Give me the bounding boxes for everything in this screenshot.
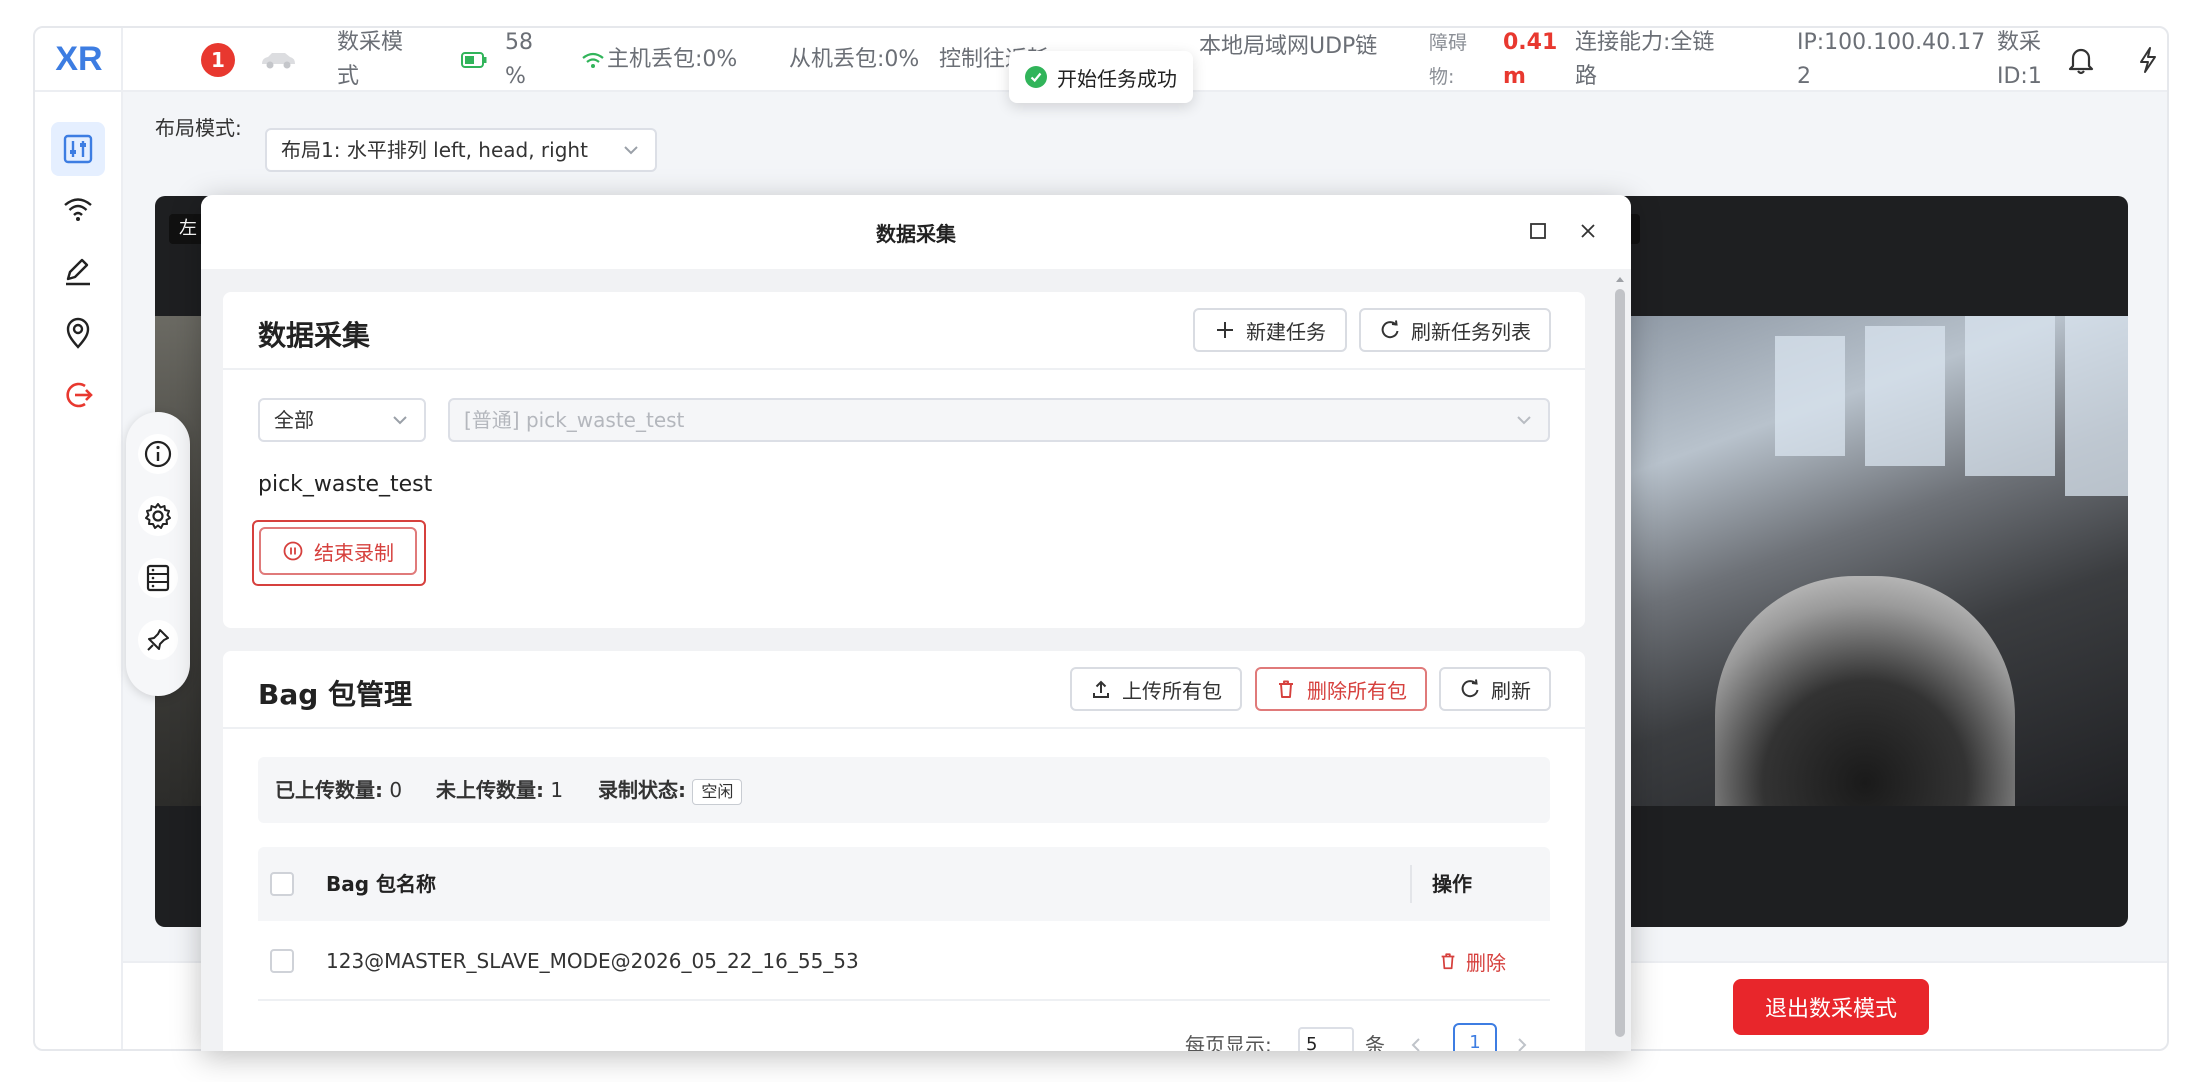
data-collection-dialog: 数据采集 数据采集 新建任务 刷新任务列表 全部 [普通] pick_waste… bbox=[201, 195, 1631, 1051]
page-1-button[interactable]: 1 bbox=[1453, 1023, 1497, 1051]
bag-card-title: Bag 包管理 bbox=[258, 678, 413, 711]
close-icon bbox=[1581, 224, 1595, 238]
stop-recording-button[interactable]: 结束录制 bbox=[259, 527, 417, 575]
row-delete-button[interactable]: 删除 bbox=[1438, 921, 1506, 1001]
lightning-icon[interactable] bbox=[2137, 28, 2159, 92]
bag-management-card: Bag 包管理 上传所有包 删除所有包 刷新 已上传数量: 0 未上传数量: 1… bbox=[223, 651, 1585, 1051]
dialog-scrollbar[interactable] bbox=[1614, 275, 1626, 1051]
scrollbar-thumb[interactable] bbox=[1615, 289, 1625, 1037]
per-page-unit: 条 bbox=[1365, 1033, 1385, 1051]
dialog-title: 数据采集 bbox=[876, 221, 956, 246]
rail-item-controls[interactable] bbox=[51, 122, 105, 176]
signal-icon bbox=[581, 28, 605, 92]
bag-table-header: Bag 包名称 操作 bbox=[258, 847, 1550, 921]
trash-icon bbox=[1441, 953, 1455, 970]
exit-collection-mode-button[interactable]: 退出数采模式 bbox=[1733, 979, 1929, 1035]
battery-icon bbox=[461, 28, 487, 92]
ip-address: IP:100.100.40.17 2 bbox=[1797, 30, 1986, 89]
new-task-button[interactable]: 新建任务 bbox=[1193, 308, 1347, 352]
collection-card-title: 数据采集 bbox=[258, 319, 371, 352]
app-logo: XR bbox=[35, 28, 123, 92]
task-select[interactable]: [普通] pick_waste_test bbox=[448, 398, 1550, 442]
prev-page-icon[interactable] bbox=[1409, 1037, 1423, 1051]
chevron-down-icon bbox=[1517, 416, 1531, 425]
connection-capability: 连接能力:全链 路 bbox=[1575, 30, 1715, 89]
maximize-icon bbox=[1530, 223, 1546, 239]
gripper-view bbox=[1715, 576, 2015, 806]
collection-id: 数采 ID:1 bbox=[1997, 30, 2042, 89]
obstacle-distance: 0.41 m bbox=[1503, 30, 1558, 89]
dialog-header: 数据采集 bbox=[201, 195, 1631, 269]
current-task-name: pick_waste_test bbox=[258, 472, 433, 497]
battery-status: 58 % bbox=[505, 30, 533, 89]
settings-button[interactable] bbox=[138, 496, 178, 536]
task-type-filter[interactable]: 全部 bbox=[258, 398, 426, 442]
mode-status: 数采模 式 bbox=[337, 30, 404, 89]
chevron-down-icon bbox=[624, 146, 638, 155]
refresh-icon bbox=[1381, 320, 1399, 339]
slave-packet-loss: 从机丢包:0% bbox=[789, 47, 920, 72]
select-all-checkbox[interactable] bbox=[270, 872, 294, 896]
host-packet-loss: 主机丢包:0% bbox=[607, 47, 738, 72]
info-icon bbox=[144, 440, 172, 468]
refresh-icon bbox=[1461, 679, 1479, 698]
logout-icon bbox=[66, 382, 93, 408]
not-uploaded-count: 1 bbox=[550, 778, 564, 802]
collection-card: 数据采集 新建任务 刷新任务列表 全部 [普通] pick_waste_test… bbox=[223, 292, 1585, 628]
car-icon bbox=[259, 28, 297, 92]
rail-item-logout[interactable] bbox=[51, 368, 105, 422]
column-action: 操作 bbox=[1432, 872, 1472, 896]
bag-name-cell: 123@MASTER_SLAVE_MODE@2026_05_22_16_55_5… bbox=[326, 949, 859, 973]
rail-item-location[interactable] bbox=[51, 306, 105, 360]
pin-icon bbox=[147, 629, 169, 651]
layout-mode-label: 布局模式: bbox=[155, 116, 242, 140]
rail-item-network[interactable] bbox=[51, 182, 105, 236]
next-page-icon[interactable] bbox=[1515, 1037, 1529, 1051]
head-camera-feed bbox=[1595, 316, 2128, 806]
link-type: 本地局域网UDP链 bbox=[1199, 34, 1378, 59]
upload-icon bbox=[1093, 680, 1109, 698]
storage-button[interactable] bbox=[138, 558, 178, 598]
per-page-label: 每页显示: bbox=[1185, 1033, 1272, 1051]
layout-mode-select[interactable]: 布局1: 水平排列 left, head, right bbox=[265, 128, 657, 172]
rail-item-edit[interactable] bbox=[51, 244, 105, 298]
pin-button[interactable] bbox=[138, 620, 178, 660]
check-circle-icon bbox=[1025, 66, 1047, 88]
bell-icon[interactable] bbox=[2067, 28, 2095, 92]
left-rail: XR bbox=[35, 28, 123, 1049]
column-bag-name: Bag 包名称 bbox=[326, 872, 437, 896]
refresh-bags-button[interactable]: 刷新 bbox=[1439, 667, 1551, 711]
trash-icon bbox=[1279, 680, 1293, 698]
sliders-icon bbox=[63, 134, 93, 164]
table-row: 123@MASTER_SLAVE_MODE@2026_05_22_16_55_5… bbox=[258, 921, 1550, 1001]
delete-all-button[interactable]: 删除所有包 bbox=[1255, 667, 1427, 711]
gear-icon bbox=[145, 503, 171, 529]
notice-badge[interactable]: 1 bbox=[201, 28, 235, 92]
plus-icon bbox=[1217, 322, 1233, 338]
per-page-select[interactable]: 5 bbox=[1298, 1027, 1354, 1051]
record-status-badge: 空闲 bbox=[692, 778, 743, 805]
maximize-button[interactable] bbox=[1525, 218, 1551, 244]
upload-all-button[interactable]: 上传所有包 bbox=[1070, 667, 1242, 711]
server-icon bbox=[146, 564, 170, 592]
floating-toolbar bbox=[126, 412, 190, 696]
pencil-icon bbox=[66, 258, 90, 286]
bag-stats-panel: 已上传数量: 0 未上传数量: 1 录制状态: 空闲 bbox=[258, 757, 1550, 823]
refresh-task-list-button[interactable]: 刷新任务列表 bbox=[1359, 308, 1551, 352]
close-button[interactable] bbox=[1575, 218, 1601, 244]
location-pin-icon bbox=[66, 317, 90, 349]
uploaded-count: 0 bbox=[389, 778, 403, 802]
row-checkbox[interactable] bbox=[270, 949, 294, 973]
info-button[interactable] bbox=[138, 434, 178, 474]
success-toast: 开始任务成功 bbox=[1009, 51, 1193, 103]
obstacle-label: 障碍 物: bbox=[1429, 32, 1468, 88]
chevron-down-icon bbox=[393, 416, 407, 425]
pause-circle-icon bbox=[283, 541, 303, 561]
wifi-icon bbox=[64, 198, 92, 221]
